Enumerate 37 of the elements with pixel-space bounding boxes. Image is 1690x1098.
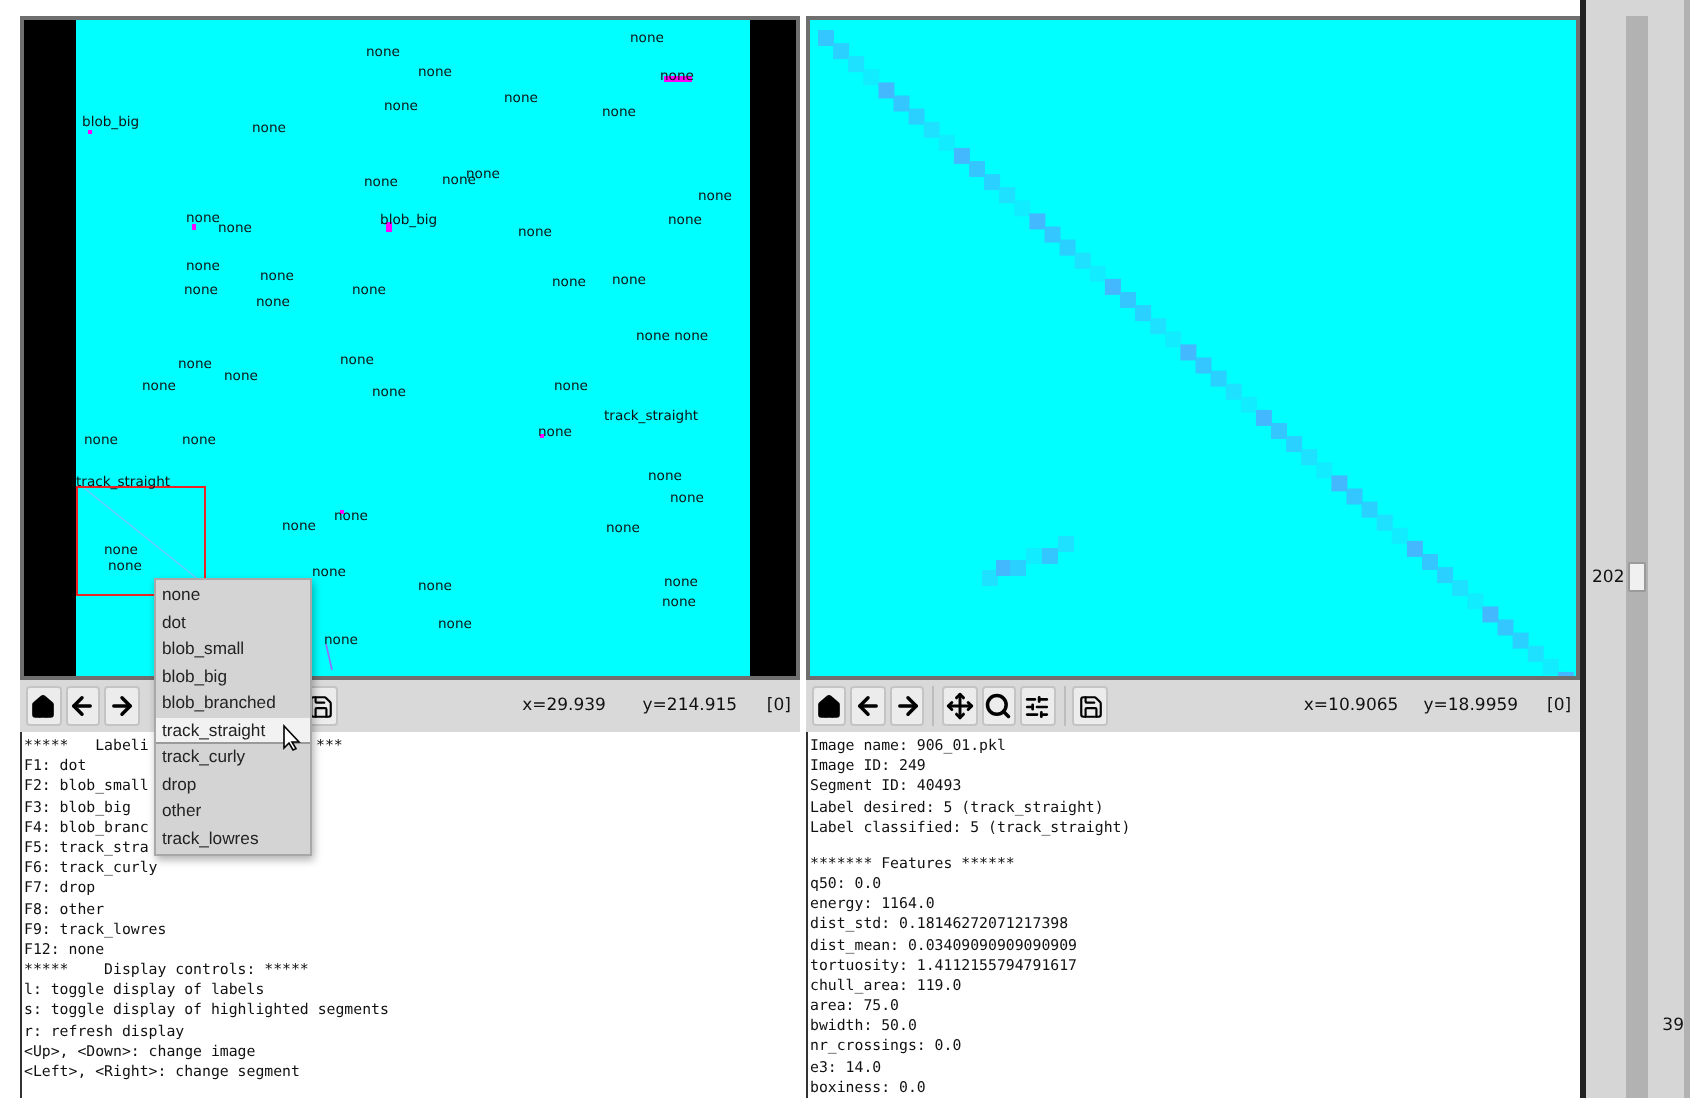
slider-thumb[interactable] <box>1628 562 1646 593</box>
slider-value: 39 <box>1660 1016 1684 1036</box>
forward-button[interactable] <box>104 686 140 726</box>
forward-button[interactable] <box>889 686 925 726</box>
menu-item[interactable]: dot <box>156 609 310 636</box>
home-button[interactable] <box>812 686 847 726</box>
configure-button[interactable] <box>1020 686 1055 726</box>
save-button[interactable] <box>1072 686 1108 726</box>
menu-item[interactable]: blob_small <box>156 636 310 663</box>
move-icon <box>945 692 974 720</box>
menu-item[interactable]: other <box>156 798 310 825</box>
menu-item[interactable]: track_lowres <box>156 825 310 852</box>
menu-item[interactable]: track_straight <box>156 717 310 744</box>
back-button[interactable] <box>850 686 886 726</box>
search-icon <box>984 692 1013 720</box>
back-button[interactable] <box>65 686 101 726</box>
home-button[interactable] <box>26 686 62 726</box>
menu-item[interactable]: blob_big <box>156 663 310 690</box>
menu-item[interactable]: track_curly <box>156 744 310 771</box>
home-icon <box>30 693 57 719</box>
sliders-icon <box>1024 693 1051 719</box>
home-icon <box>816 693 843 719</box>
y-coordinate: y=18.9959 <box>1423 696 1521 716</box>
cursor-icon <box>282 724 302 752</box>
index-reading: [0] <box>766 696 793 716</box>
slider-track[interactable] <box>1626 16 1648 1098</box>
y-coordinate: y=214.915 <box>642 696 740 716</box>
menu-item[interactable]: drop <box>156 771 310 798</box>
slider-value: 202 <box>1592 568 1625 589</box>
arrow-left-icon <box>68 692 97 720</box>
menu-item[interactable]: blob_branched <box>156 690 310 717</box>
index-reading: [0] <box>1547 696 1574 716</box>
pan-button[interactable] <box>942 686 978 726</box>
x-coordinate: x=10.9065 <box>1303 696 1401 716</box>
x-coordinate: x=29.939 <box>522 696 608 716</box>
menu-item[interactable]: none <box>156 582 310 609</box>
zoom-button[interactable] <box>981 686 1017 726</box>
